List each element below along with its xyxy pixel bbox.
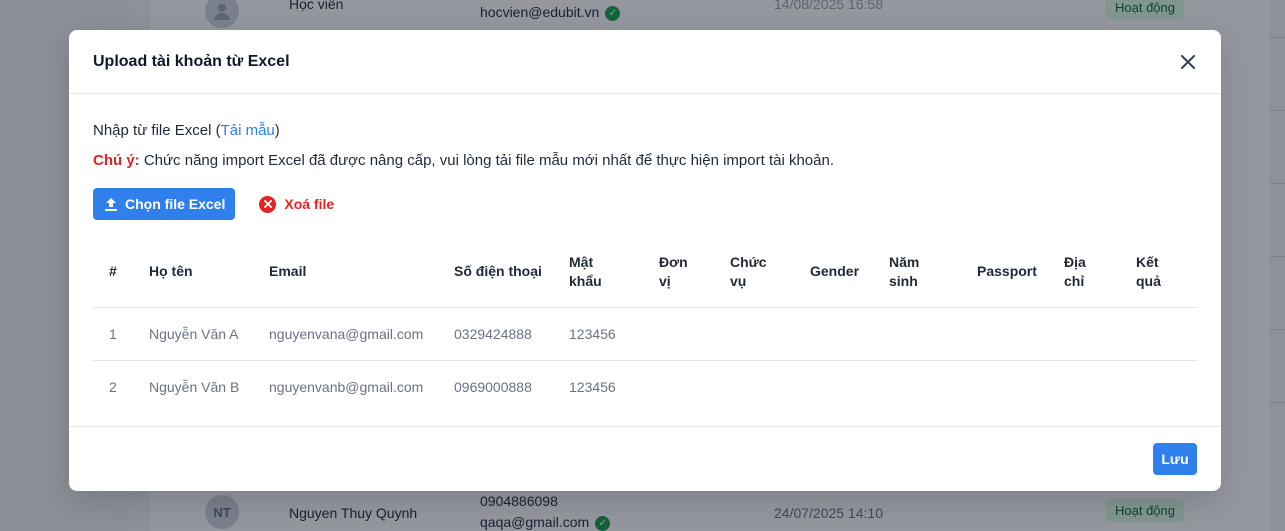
table-row: 1 Nguyễn Văn A nguyenvana@gmail.com 0329…	[93, 307, 1197, 361]
cell-email: nguyenvanb@gmail.com	[269, 378, 424, 395]
cell-position	[730, 360, 810, 413]
choose-file-label: Chọn file Excel	[125, 196, 226, 212]
import-note: Chú ý: Chức năng import Excel đã được nâ…	[93, 152, 1197, 169]
column-header: Passport	[977, 237, 1064, 308]
column-header: Năm sinh	[889, 237, 977, 308]
cell-birth-year	[889, 360, 977, 413]
column-header: Gender	[810, 237, 889, 308]
column-header: Email	[269, 237, 454, 308]
column-header: Kết quả	[1136, 237, 1197, 308]
import-instruction: Nhập từ file Excel (Tải mẫu)	[93, 122, 1197, 139]
cell-address	[1064, 360, 1136, 413]
preview-table: # Họ tên Email Số điện thoại Mật khẩu Đơ…	[93, 237, 1197, 413]
cell-unit	[659, 307, 730, 361]
modal-body: Nhập từ file Excel (Tải mẫu) Chú ý: Chức…	[69, 122, 1221, 413]
row-index: 2	[109, 378, 117, 395]
column-header: Chức vụ	[730, 237, 810, 308]
close-icon	[1181, 55, 1195, 69]
column-header: Địa chỉ	[1064, 237, 1136, 308]
choose-file-button[interactable]: Chọn file Excel	[93, 188, 236, 220]
cell-address	[1064, 307, 1136, 361]
cell-gender	[810, 360, 889, 413]
note-text: Chức năng import Excel đã được nâng cấp,…	[139, 152, 834, 169]
table-row: 2 Nguyễn Văn B nguyenvanb@gmail.com 0969…	[93, 360, 1197, 413]
column-header: Số điện thoại	[454, 237, 569, 308]
cell-email: nguyenvana@gmail.com	[269, 307, 454, 361]
cell-name: Nguyễn Văn A	[149, 307, 269, 361]
close-circle-icon	[259, 195, 277, 213]
cell-birth-year	[889, 307, 977, 361]
cell-passport	[977, 360, 1064, 413]
column-header: Họ tên	[149, 237, 269, 308]
delete-file-label: Xoá file	[284, 196, 335, 212]
cell-password: 123456	[569, 378, 616, 395]
download-template-link[interactable]: Tải mẫu	[221, 122, 275, 139]
column-header: #	[93, 237, 149, 308]
cell-unit	[659, 360, 730, 413]
upload-excel-modal: Upload tài khoản từ Excel Nhập từ file E…	[69, 30, 1221, 491]
cell-gender	[810, 307, 889, 361]
cell-position	[730, 307, 810, 361]
close-button[interactable]	[1177, 51, 1199, 73]
modal-header: Upload tài khoản từ Excel	[69, 30, 1221, 94]
modal-title: Upload tài khoản từ Excel	[93, 52, 290, 70]
import-prefix: Nhập từ file Excel (	[93, 122, 221, 139]
column-header: Mật khẩu	[569, 237, 659, 308]
column-header: Đơn vị	[659, 237, 730, 308]
cell-name: Nguyễn Văn B	[149, 378, 240, 395]
file-actions: Chọn file Excel Xoá file	[93, 188, 1197, 220]
upload-icon	[105, 198, 117, 211]
note-label: Chú ý:	[93, 152, 140, 169]
cell-result	[1136, 360, 1197, 413]
delete-file-button[interactable]: Xoá file	[259, 195, 335, 213]
cell-passport	[977, 307, 1064, 361]
cell-password: 123456	[569, 307, 659, 361]
save-button[interactable]: Lưu	[1153, 443, 1197, 475]
row-index: 1	[93, 307, 149, 361]
cell-result	[1136, 307, 1197, 361]
import-suffix: )	[274, 122, 280, 139]
table-header-row: # Họ tên Email Số điện thoại Mật khẩu Đơ…	[93, 237, 1197, 308]
modal-footer: Lưu	[69, 426, 1221, 491]
cell-phone: 0329424888	[454, 307, 569, 361]
cell-phone: 0969000888	[454, 378, 532, 395]
